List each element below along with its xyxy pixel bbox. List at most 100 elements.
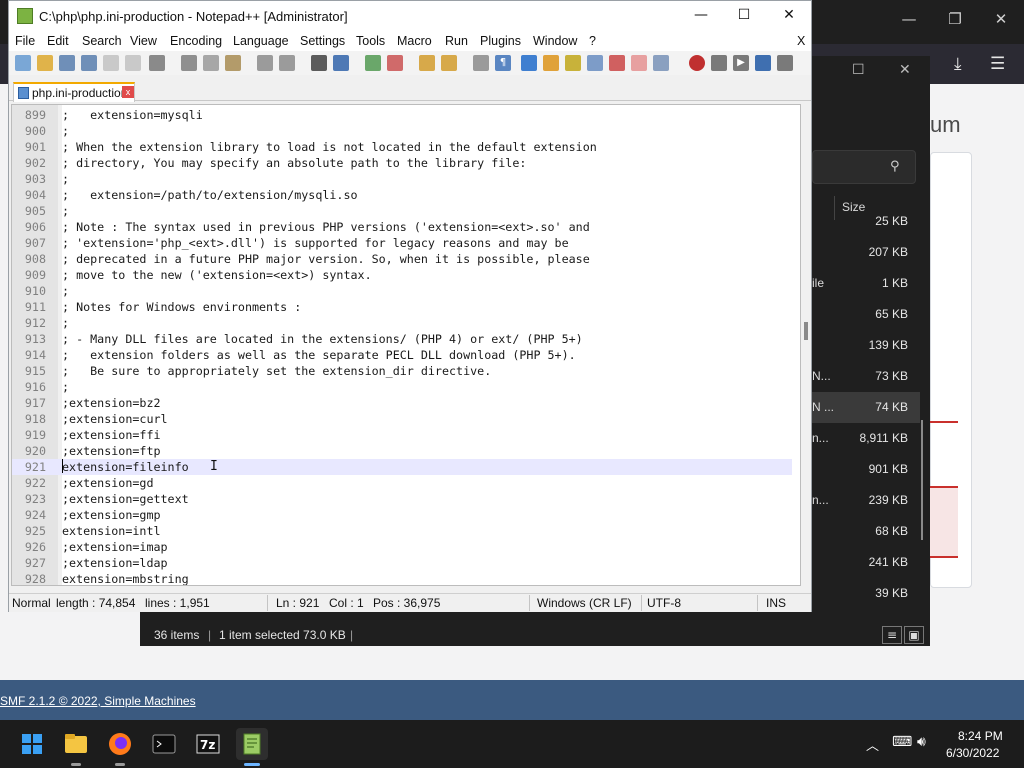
stop-macro-icon[interactable] (711, 55, 727, 71)
monitoring-icon[interactable] (631, 55, 647, 71)
save-macro-icon[interactable] (777, 55, 793, 71)
folder-workspace-icon[interactable] (609, 55, 625, 71)
code-line[interactable]: 912; (12, 315, 792, 331)
code-line[interactable]: 903; (12, 171, 792, 187)
word-wrap-icon[interactable] (473, 55, 489, 71)
file-row[interactable]: N... 73 KB (812, 361, 920, 392)
browser-restore-button[interactable]: ❐ (943, 10, 967, 28)
file-row[interactable]: 139 KB (812, 330, 920, 361)
scrollbar-thumb[interactable] (804, 322, 808, 340)
replace-icon[interactable] (333, 55, 349, 71)
file-row[interactable]: 65 KB (812, 299, 920, 330)
network-icon[interactable]: ⌨ (892, 734, 912, 750)
code-line[interactable]: 907 ; 'extension='php_<ext>.dll') is supp… (12, 235, 792, 251)
code-line[interactable]: 915 ; Be sure to appropriately set the ex… (12, 363, 792, 379)
code-line[interactable]: 914 ; extension folders as well as the se… (12, 347, 792, 363)
status-eol[interactable]: Windows (CR LF) (537, 596, 632, 610)
print-icon[interactable] (149, 55, 165, 71)
menu-encoding[interactable]: Encoding (170, 34, 222, 48)
code-line[interactable]: 918 ;extension=curl (12, 411, 792, 427)
explorer-close-button[interactable]: ✕ (899, 62, 911, 78)
code-line[interactable]: 901 ; When the extension library to load … (12, 139, 792, 155)
code-line[interactable]: 905; (12, 203, 792, 219)
code-line[interactable]: 926 ;extension=imap (12, 539, 792, 555)
code-line[interactable]: 922 ;extension=gd (12, 475, 792, 491)
menu-settings[interactable]: Settings (300, 34, 345, 48)
code-line[interactable]: 917 ;extension=bz2 (12, 395, 792, 411)
file-row[interactable]: n... 239 KB (812, 485, 920, 516)
code-line[interactable]: 913 ; - Many DLL files are located in the… (12, 331, 792, 347)
status-insert-mode[interactable]: INS (766, 596, 786, 610)
menu-language[interactable]: Language (233, 34, 289, 48)
code-line[interactable]: 900; (12, 123, 792, 139)
browser-minimize-button[interactable]: — (897, 10, 921, 28)
undo-icon[interactable] (257, 55, 273, 71)
file-row[interactable]: 207 KB (812, 237, 920, 268)
details-view-icon[interactable]: ≡ (882, 626, 902, 644)
code-line[interactable]: 919 ;extension=ffi (12, 427, 792, 443)
function-list-icon[interactable] (587, 55, 603, 71)
language-icon[interactable] (543, 55, 559, 71)
menu-help[interactable]: ? (589, 34, 596, 48)
browser-close-button[interactable]: ✕ (989, 10, 1013, 28)
code-line[interactable]: 924 ;extension=gmp (12, 507, 792, 523)
file-row[interactable]: 901 KB (812, 454, 920, 485)
indent-guide-icon[interactable] (521, 55, 537, 71)
menu-tools[interactable]: Tools (356, 34, 385, 48)
menu-search[interactable]: Search (82, 34, 122, 48)
menu-macro[interactable]: Macro (397, 34, 432, 48)
clock-time[interactable]: 8:24 PM (958, 729, 1003, 743)
code-line[interactable]: 906 ; Note : The syntax used in previous … (12, 219, 792, 235)
run-macro-multiple-icon[interactable] (755, 55, 771, 71)
file-row[interactable]: 241 KB (812, 547, 920, 578)
play-macro-icon[interactable]: ▶ (733, 55, 749, 71)
tiles-view-icon[interactable]: ▣ (904, 626, 924, 644)
file-row[interactable]: 39 KB (812, 578, 920, 609)
clock-date[interactable]: 6/30/2022 (946, 746, 999, 760)
code-line[interactable]: 916; (12, 379, 792, 395)
code-line[interactable]: 923 ;extension=gettext (12, 491, 792, 507)
file-row[interactable]: 68 KB (812, 516, 920, 547)
taskbar-notepadpp[interactable] (236, 728, 268, 766)
code-line[interactable]: 899 ; extension=mysqli (12, 107, 792, 123)
close-all-icon[interactable] (125, 55, 141, 71)
save-icon[interactable] (59, 55, 75, 71)
code-line[interactable]: 902 ; directory, You may specify an absol… (12, 155, 792, 171)
menu-edit[interactable]: Edit (47, 34, 69, 48)
code-line[interactable]: 908 ; deprecated in a future PHP major ve… (12, 251, 792, 267)
current-line[interactable]: 921 extension=fileinfo (12, 459, 792, 475)
vertical-scrollbar[interactable] (801, 104, 811, 586)
explorer-restore-button[interactable]: ☐ (852, 62, 865, 78)
taskbar-terminal[interactable] (148, 728, 180, 760)
taskbar-7zip[interactable]: 7z (192, 728, 224, 760)
file-row[interactable]: N ... 74 KB (812, 392, 920, 423)
code-line[interactable]: 920 ;extension=ftp (12, 443, 792, 459)
sync-vertical-icon[interactable] (419, 55, 435, 71)
taskbar-file-explorer[interactable] (60, 728, 92, 766)
find-icon[interactable] (311, 55, 327, 71)
horizontal-scrollbar[interactable] (11, 586, 811, 592)
sync-horizontal-icon[interactable] (441, 55, 457, 71)
code-line[interactable]: 909 ; move to the new ('extension=<ext>) … (12, 267, 792, 283)
taskbar-firefox[interactable] (104, 728, 136, 766)
explorer-search-box[interactable] (812, 150, 916, 184)
copy-icon[interactable] (203, 55, 219, 71)
tab-close-icon[interactable]: x (122, 86, 134, 98)
view-icon[interactable] (653, 55, 669, 71)
new-file-icon[interactable] (15, 55, 31, 71)
volume-icon[interactable]: 🔊︎ (917, 734, 926, 750)
code-line[interactable]: 927 ;extension=ldap (12, 555, 792, 571)
code-line[interactable]: 925 extension=intl (12, 523, 792, 539)
code-line[interactable]: 911 ; Notes for Windows environments : (12, 299, 792, 315)
close-file-icon[interactable] (103, 55, 119, 71)
menu-file[interactable]: File (15, 34, 35, 48)
open-file-icon[interactable] (37, 55, 53, 71)
paste-icon[interactable] (225, 55, 241, 71)
redo-icon[interactable] (279, 55, 295, 71)
editor[interactable]: 899; extension=mysqli 900; 901; When the e… (11, 104, 801, 586)
show-hidden-icons-chevron-icon[interactable]: ︿ (866, 735, 879, 754)
file-row[interactable]: 25 KB (812, 206, 920, 237)
record-macro-icon[interactable] (689, 55, 705, 71)
code-line[interactable]: 928 extension=mbstring (12, 571, 792, 585)
menu-window[interactable]: Window (533, 34, 577, 48)
